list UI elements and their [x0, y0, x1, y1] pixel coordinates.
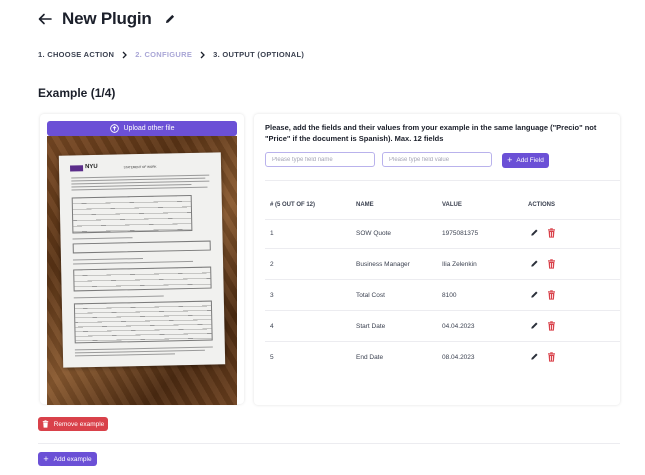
chevron-right-icon	[199, 51, 206, 59]
trash-icon[interactable]	[547, 259, 556, 269]
row-value: 1975081375	[442, 230, 479, 237]
divider	[265, 279, 620, 280]
field-name-input[interactable]	[265, 152, 375, 167]
column-header-name: NAME	[356, 202, 374, 208]
remove-example-button[interactable]: Remove example	[38, 417, 108, 431]
row-index: 3	[270, 292, 274, 299]
step-choose-action[interactable]: 1. CHOOSE ACTION	[38, 50, 114, 59]
pencil-icon[interactable]	[530, 228, 539, 238]
column-header-index: # (5 OUT OF 12)	[270, 202, 316, 208]
row-index: 2	[270, 261, 274, 268]
document-photo: NYU STATEMENT OF WORK	[47, 136, 237, 405]
table-row: 5 End Date 08.04.2023	[254, 352, 620, 366]
row-index: 5	[270, 354, 274, 361]
pencil-icon[interactable]	[530, 290, 539, 300]
add-field-label: Add Field	[516, 157, 544, 164]
fields-instructions: Please, add the fields and their values …	[265, 123, 597, 143]
table-header: # (5 OUT OF 12) NAME VALUE ACTIONS	[254, 202, 620, 214]
add-example-label: Add example	[53, 455, 92, 463]
row-value: 8100	[442, 292, 457, 299]
plus-icon: +	[43, 453, 49, 464]
stepper: 1. CHOOSE ACTION 2. CONFIGURE 3. OUTPUT …	[38, 50, 304, 59]
field-value-input[interactable]	[382, 152, 492, 167]
chevron-right-icon	[121, 51, 128, 59]
add-field-button[interactable]: + Add Field	[502, 153, 549, 168]
row-value: 04.04.2023	[442, 323, 475, 330]
document-heading: STATEMENT OF WORK	[123, 164, 157, 170]
row-name: Business Manager	[356, 261, 410, 268]
table-row: 1 SOW Quote 1975081375	[254, 228, 620, 242]
document-paper: NYU STATEMENT OF WORK	[58, 152, 226, 368]
arrow-left-icon[interactable]	[38, 12, 52, 26]
fields-card: Please, add the fields and their values …	[254, 114, 620, 405]
pencil-icon[interactable]	[530, 321, 539, 331]
upload-other-file-button[interactable]: Upload other file	[47, 121, 237, 136]
upload-icon	[109, 124, 119, 133]
trash-icon[interactable]	[547, 321, 556, 331]
example-title: Example (1/4)	[38, 86, 116, 100]
divider	[265, 219, 620, 220]
divider	[38, 443, 620, 444]
table-row: 3 Total Cost 8100	[254, 290, 620, 304]
column-header-actions: ACTIONS	[528, 202, 555, 208]
pencil-icon[interactable]	[164, 13, 176, 25]
trash-icon[interactable]	[547, 290, 556, 300]
document-preview-card: Upload other file NYU STATEMENT OF WORK	[40, 114, 244, 405]
divider	[265, 180, 620, 181]
plus-icon: +	[507, 155, 513, 165]
trash-icon	[42, 420, 49, 428]
row-value: 08.04.2023	[442, 354, 475, 361]
trash-icon[interactable]	[547, 352, 556, 362]
row-name: Total Cost	[356, 292, 385, 299]
row-index: 1	[270, 230, 274, 237]
row-name: End Date	[356, 354, 384, 361]
page-header: New Plugin	[38, 8, 176, 30]
divider	[265, 248, 620, 249]
add-example-button[interactable]: + Add example	[38, 452, 97, 466]
step-configure[interactable]: 2. CONFIGURE	[135, 50, 192, 59]
page-title: New Plugin	[62, 9, 152, 28]
table-row: 2 Business Manager Ilia Zelenkin	[254, 259, 620, 273]
step-output[interactable]: 3. OUTPUT (OPTIONAL)	[213, 50, 304, 59]
divider	[265, 341, 620, 342]
pencil-icon[interactable]	[530, 259, 539, 269]
upload-button-label: Upload other file	[123, 125, 175, 132]
pencil-icon[interactable]	[530, 352, 539, 362]
remove-example-label: Remove example	[53, 420, 105, 428]
row-index: 4	[270, 323, 274, 330]
row-name: SOW Quote	[356, 230, 392, 237]
column-header-value: VALUE	[442, 202, 462, 208]
divider	[265, 310, 620, 311]
row-value: Ilia Zelenkin	[442, 261, 477, 268]
trash-icon[interactable]	[547, 228, 556, 238]
row-name: Start Date	[356, 323, 386, 330]
table-row: 4 Start Date 04.04.2023	[254, 321, 620, 335]
